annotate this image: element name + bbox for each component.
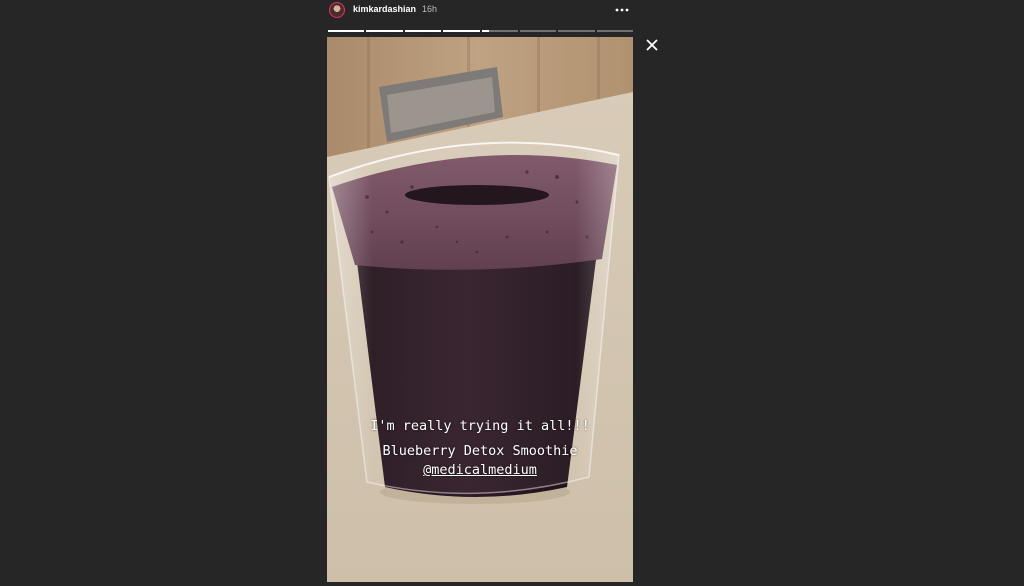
progress-segment bbox=[328, 30, 365, 32]
story-media[interactable]: I'm really trying it all!!! Blueberry De… bbox=[327, 37, 633, 582]
smoothie-photo bbox=[327, 37, 633, 582]
story-caption-line-1: I'm really trying it all!!! bbox=[370, 418, 590, 434]
story-progress-bar bbox=[328, 30, 633, 33]
progress-segment bbox=[481, 30, 518, 32]
mention-link[interactable]: @medicalmedium bbox=[423, 462, 537, 478]
timestamp: 16h bbox=[422, 4, 438, 14]
more-options-button[interactable] bbox=[611, 2, 633, 18]
username[interactable]: kimkardashian bbox=[353, 4, 416, 14]
progress-segment bbox=[404, 30, 442, 32]
more-horizontal-icon bbox=[615, 8, 629, 12]
progress-segment-fill bbox=[328, 30, 365, 32]
progress-segment bbox=[366, 30, 403, 32]
progress-segment bbox=[558, 30, 595, 32]
progress-segment bbox=[519, 30, 557, 32]
story-caption-line-2: Blueberry Detox Smoothie bbox=[382, 443, 578, 459]
progress-segment-fill bbox=[366, 30, 403, 32]
progress-segment-fill bbox=[481, 30, 489, 32]
progress-segment-fill bbox=[404, 30, 442, 32]
close-icon bbox=[646, 39, 658, 51]
close-button[interactable] bbox=[644, 37, 660, 53]
story-viewer: kimkardashian 16h I'm really trying it a… bbox=[0, 0, 1024, 586]
story-header: kimkardashian 16h bbox=[327, 0, 633, 24]
progress-segment-fill bbox=[443, 30, 480, 32]
avatar[interactable] bbox=[329, 2, 345, 18]
story-mention: @medicalmedium bbox=[327, 462, 633, 478]
progress-segment bbox=[443, 30, 480, 32]
progress-segment bbox=[596, 30, 633, 32]
